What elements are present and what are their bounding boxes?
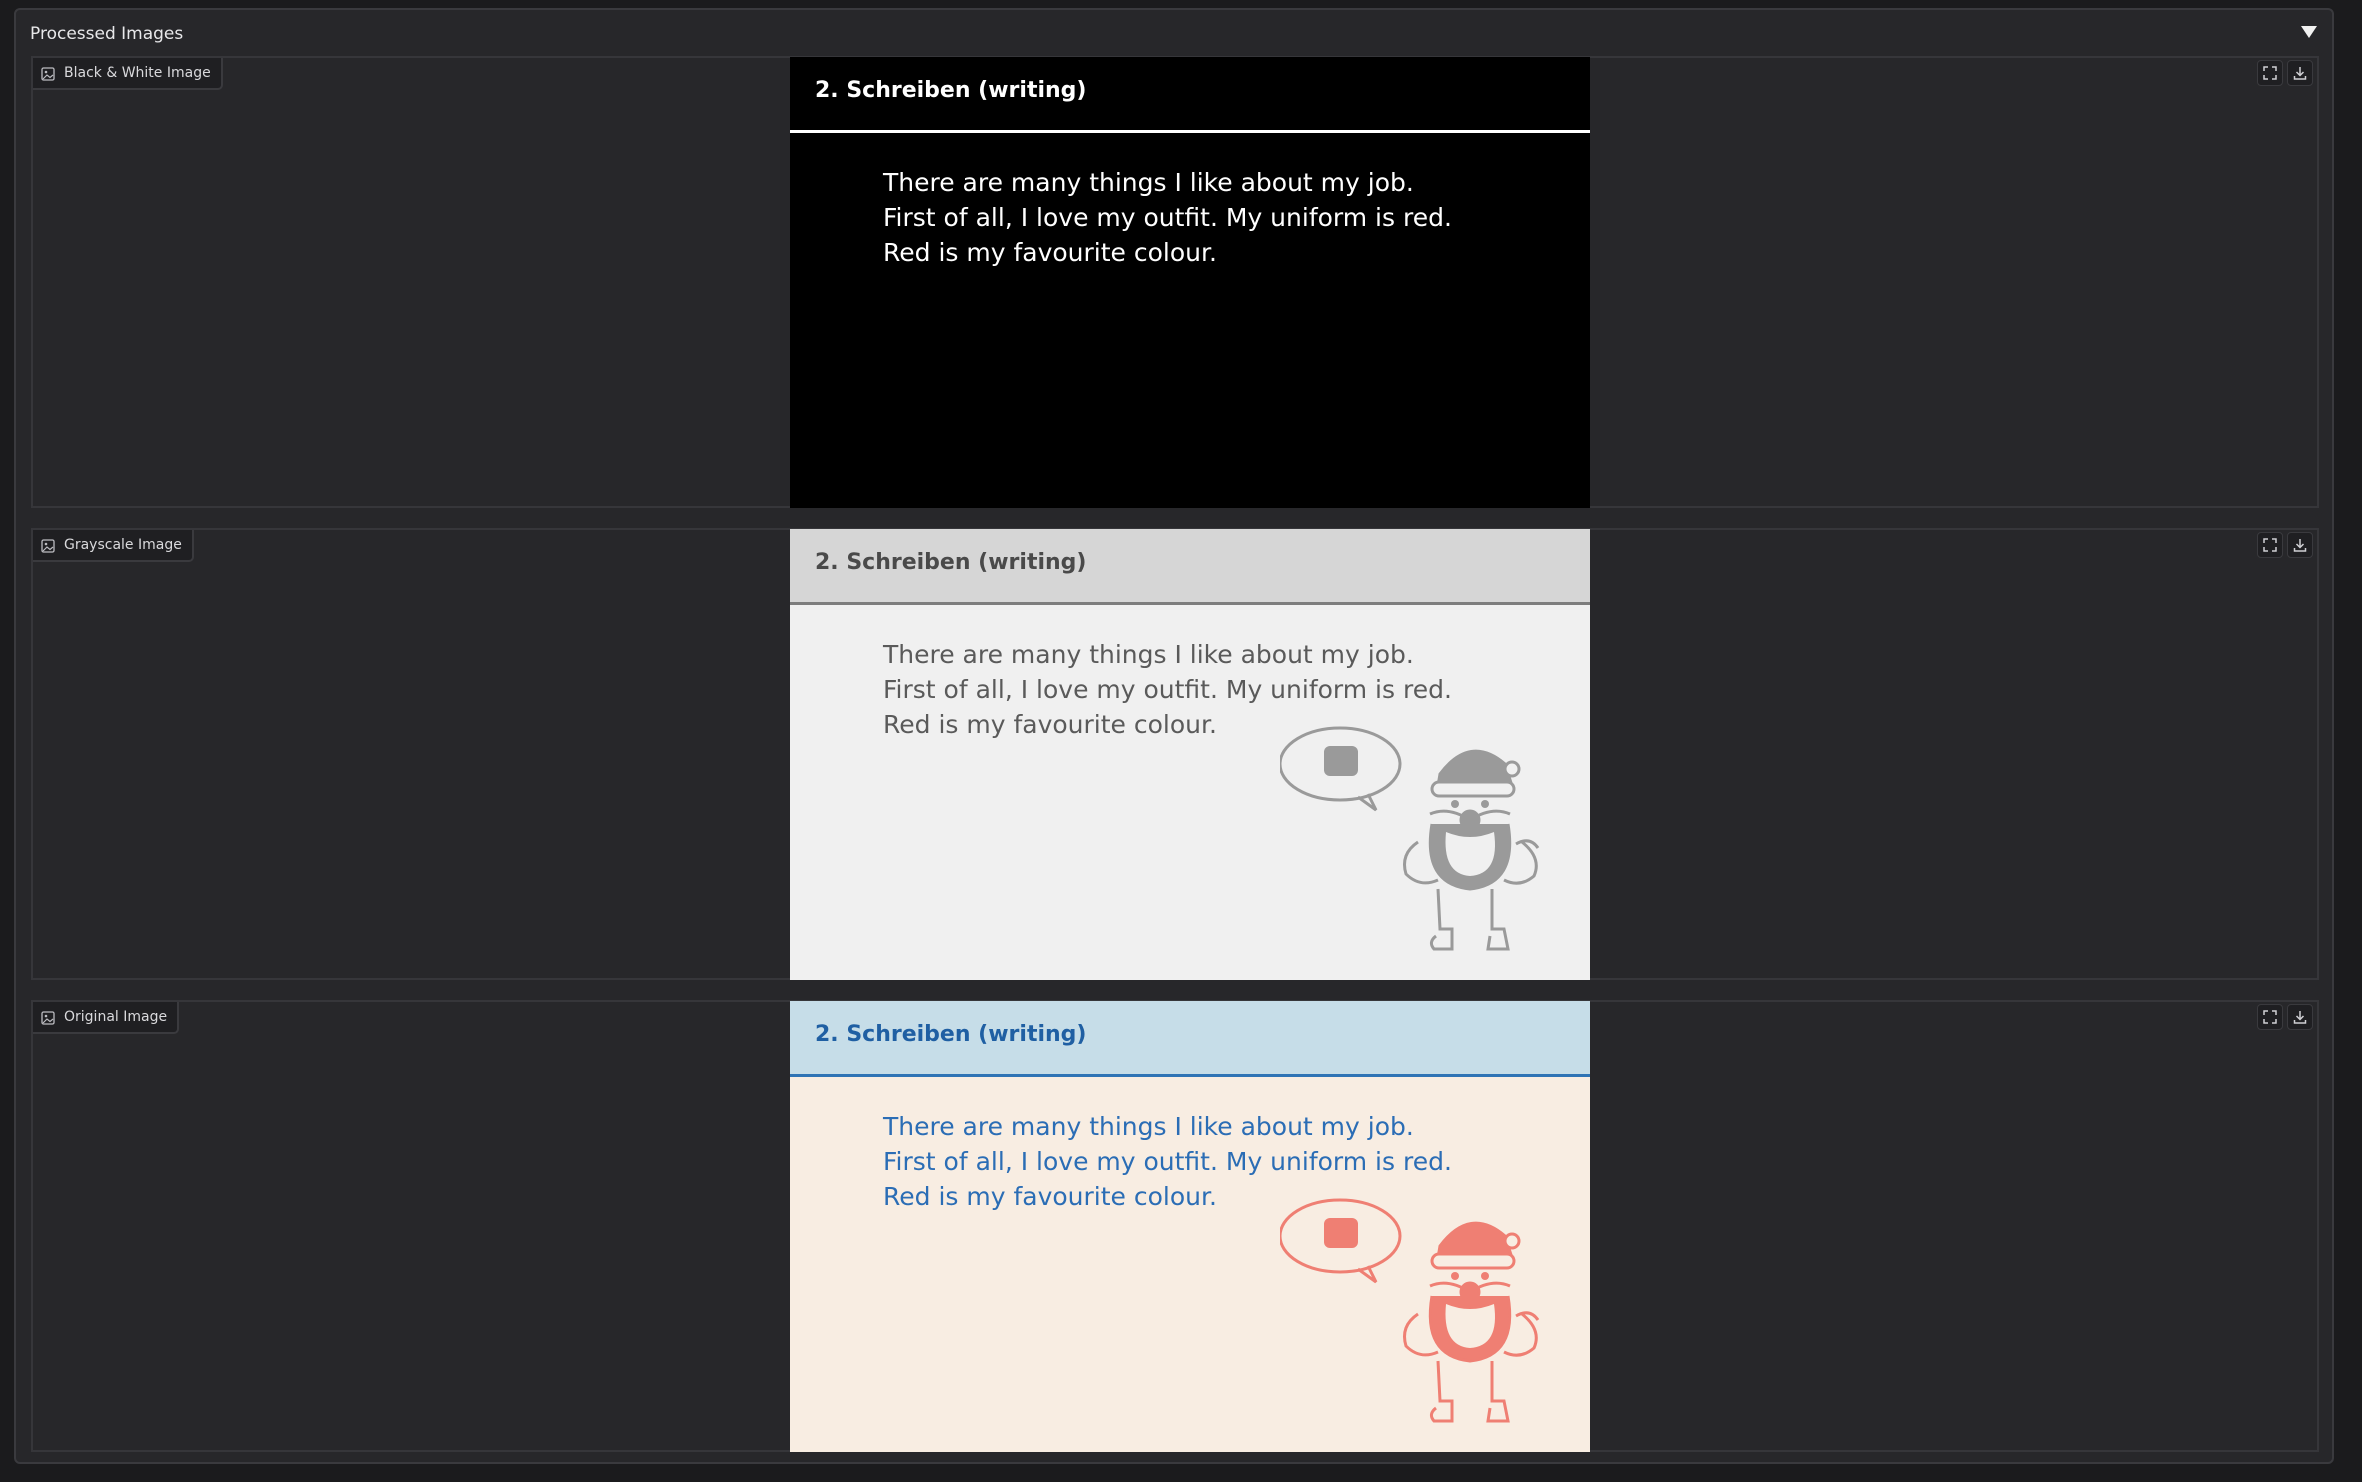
- grayscale-image: 2. Schreiben (writing) There are many th…: [790, 529, 1590, 980]
- accordion-header[interactable]: Processed Images: [16, 10, 2332, 56]
- panel-actions: [2257, 1004, 2313, 1030]
- download-icon: [2293, 539, 2307, 552]
- image-icon: [41, 1010, 55, 1025]
- image-icon: [41, 66, 55, 81]
- download-button[interactable]: [2287, 1004, 2313, 1030]
- caret-down-icon[interactable]: [2300, 24, 2318, 40]
- panel-label-text: Original Image: [64, 1009, 168, 1025]
- panel-label: Black & White Image: [33, 58, 223, 90]
- panel-label: Grayscale Image: [33, 530, 194, 562]
- speech-bubble-symbol: [1324, 1218, 1358, 1248]
- slide-text-line: There are many things I like about my jo…: [883, 1112, 1414, 1141]
- original-image: 2. Schreiben (writing) There are many th…: [790, 1001, 1590, 1452]
- image-panel-grayscale: 2. Schreiben (writing) There are many th…: [31, 528, 2319, 980]
- slide-text: There are many things I like about my jo…: [883, 165, 1452, 270]
- santa-illustration: [1280, 726, 1540, 951]
- accordion-title: Processed Images: [30, 24, 184, 44]
- image-panel-original: 2. Schreiben (writing) There are many th…: [31, 1000, 2319, 1452]
- slide-text-line: First of all, I love my outfit. My unifo…: [883, 675, 1452, 704]
- fullscreen-button[interactable]: [2257, 1004, 2283, 1030]
- download-icon: [2293, 1011, 2307, 1024]
- santa-figure: [1403, 749, 1540, 951]
- slide-text-line: There are many things I like about my jo…: [883, 640, 1414, 669]
- download-icon: [2293, 67, 2307, 80]
- slide-text-line: First of all, I love my outfit. My unifo…: [883, 203, 1452, 232]
- panel-actions: [2257, 60, 2313, 86]
- slide-title: 2. Schreiben (writing): [815, 1022, 1087, 1047]
- slide-title: 2. Schreiben (writing): [815, 550, 1087, 575]
- santa-illustration: [1280, 1198, 1540, 1423]
- image-icon: [41, 538, 55, 553]
- fullscreen-button[interactable]: [2257, 60, 2283, 86]
- slide-text-line: Red is my favourite colour.: [883, 238, 1217, 267]
- panel-actions: [2257, 532, 2313, 558]
- download-button[interactable]: [2287, 60, 2313, 86]
- slide-text-line: First of all, I love my outfit. My unifo…: [883, 1147, 1452, 1176]
- speech-bubble-symbol: [1324, 746, 1358, 776]
- slide-header: 2. Schreiben (writing): [790, 1001, 1590, 1077]
- processed-images-accordion: Processed Images 2. Schreiben (writing) …: [14, 8, 2334, 1464]
- panel-label-text: Grayscale Image: [64, 537, 182, 553]
- slide-header: 2. Schreiben (writing): [790, 529, 1590, 605]
- download-button[interactable]: [2287, 532, 2313, 558]
- image-panel-black-white: 2. Schreiben (writing) There are many th…: [31, 56, 2319, 508]
- slide-header: 2. Schreiben (writing): [790, 57, 1590, 133]
- slide-text-line: There are many things I like about my jo…: [883, 168, 1414, 197]
- panel-label-text: Black & White Image: [64, 65, 211, 81]
- fullscreen-icon: [2263, 66, 2277, 80]
- slide-title: 2. Schreiben (writing): [815, 78, 1087, 103]
- fullscreen-button[interactable]: [2257, 532, 2283, 558]
- fullscreen-icon: [2263, 538, 2277, 552]
- fullscreen-icon: [2263, 1010, 2277, 1024]
- black-white-image: 2. Schreiben (writing) There are many th…: [790, 57, 1590, 508]
- panel-label: Original Image: [33, 1002, 180, 1034]
- santa-figure: [1403, 1221, 1540, 1423]
